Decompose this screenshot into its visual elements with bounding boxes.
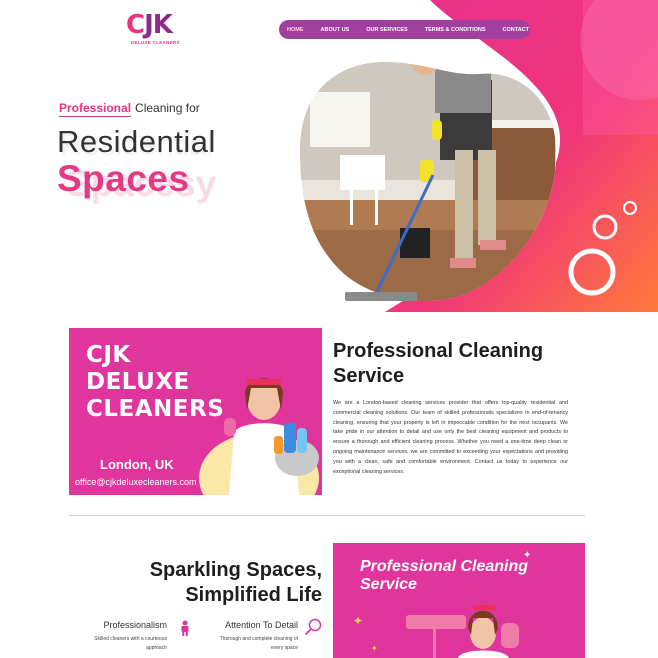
svg-text:✦: ✦ (353, 614, 363, 628)
svg-text:✦: ✦ (371, 644, 378, 653)
feature-description: Skilled cleaners with a courteous (94, 636, 167, 642)
service-banner-title-line-1: Professional Cleaning (360, 558, 529, 575)
company-location: London, UK (100, 457, 174, 472)
company-banner-title-line-1: CJK (86, 342, 131, 368)
company-email[interactable]: office@cjkdeluxecleaners.com (75, 477, 197, 487)
features-heading: Sparkling Spaces, Simplified Life (110, 558, 322, 608)
features-heading-line-2: Simplified Life (185, 584, 322, 606)
logo-subtitle: DELUXE CLEANERS (131, 40, 180, 45)
features-heading-line-1: Sparkling Spaces, (149, 559, 322, 581)
service-banner: ✦ ✦ ✦ Professional Cleaning Service (333, 543, 585, 658)
hero-kicker-highlight: Professional (59, 101, 132, 117)
service-banner-title-line-2: Service (360, 576, 417, 593)
magnifier-icon (304, 618, 322, 636)
feature-description-2: every space (271, 645, 298, 651)
hero-kicker: Professional Cleaning for (59, 101, 200, 117)
person-icon (181, 620, 189, 636)
company-banner-title-line-3: CLEANERS (86, 396, 225, 422)
service-banner-title: Professional Cleaning Service (360, 558, 528, 594)
company-banner-title-line-2: DELUXE (86, 369, 190, 395)
feature-professionalism: Professionalism Skilled cleaners with a … (78, 620, 167, 651)
hero-spaces: Spaces (57, 158, 190, 199)
logo-letter-c: C (126, 10, 145, 40)
feature-title: Professionalism (103, 620, 167, 630)
service-heading-line-1: Professional Cleaning (333, 340, 544, 362)
feature-title: Attention To Detail (225, 620, 298, 630)
nav-contact[interactable]: CONTACT (503, 27, 529, 33)
service-description: We are a London-based cleaning services … (333, 400, 568, 475)
nav-terms-conditions[interactable]: TERMS & CONDITIONS (425, 27, 486, 33)
section-divider (69, 515, 585, 516)
nav-home[interactable]: HOME (287, 27, 304, 33)
logo-letters: JK (144, 10, 173, 40)
company-banner: CJK DELUXE CLEANERS London, UK office@cj… (69, 328, 322, 495)
feature-description-2: approach (146, 645, 167, 651)
nav-about-us[interactable]: ABOUT US (321, 27, 350, 33)
feature-attention-to-detail: Attention To Detail Thorough and complet… (198, 620, 298, 651)
service-heading: Professional Cleaning Service (333, 339, 583, 389)
hero-kicker-rest: Cleaning for (135, 101, 200, 115)
logo[interactable]: CJK (126, 10, 173, 40)
main-nav: HOME ABOUT US OUR SERVICES TERMS & CONDI… (279, 20, 530, 39)
hero-title: Residential (57, 124, 216, 159)
company-banner-title: CJK DELUXE CLEANERS (86, 342, 224, 423)
service-heading-line-2: Service (333, 365, 405, 387)
hero-section: CJK DELUXE CLEANERS HOME ABOUT US OUR SE… (0, 0, 658, 312)
nav-our-services[interactable]: OUR SERVICES (366, 27, 407, 33)
feature-description: Thorough and complete cleaning of (219, 636, 298, 642)
